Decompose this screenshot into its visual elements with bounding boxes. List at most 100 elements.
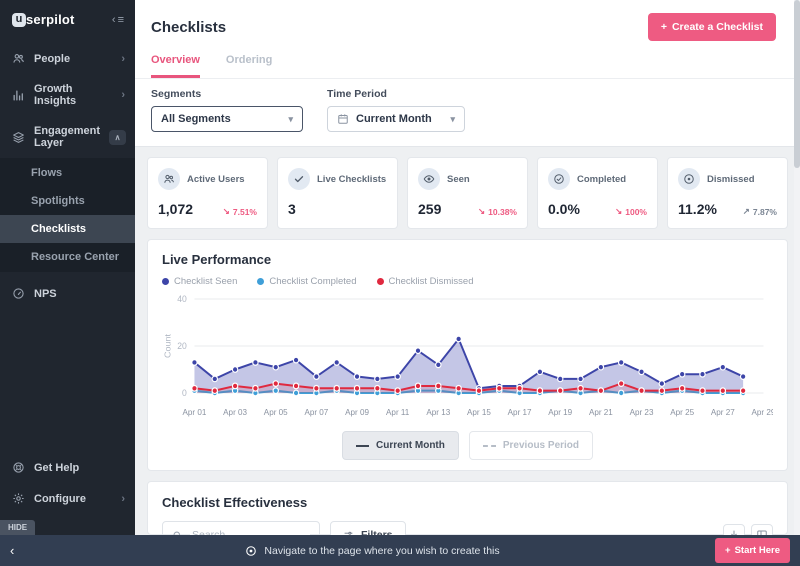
segments-filter: Segments All Segments ▾ — [151, 88, 303, 132]
legend-item[interactable]: Checklist Completed — [257, 276, 357, 287]
stat-card: Completed 0.0% ↘ 100% — [537, 157, 658, 229]
tab-overview[interactable]: Overview — [151, 54, 200, 78]
chevron-right-icon: › — [121, 492, 125, 505]
stat-value: 0.0% — [548, 201, 580, 217]
time-period-value: Current Month — [356, 113, 432, 125]
time-period-filter: Time Period Current Month ▾ — [327, 88, 465, 132]
bottom-bar-message: Navigate to the page where you wish to c… — [264, 544, 500, 557]
current-month-toggle[interactable]: Current Month — [341, 431, 459, 460]
sidebar-item-nps[interactable]: NPS — [0, 278, 135, 309]
chevron-left-icon: ‹ — [111, 13, 116, 26]
filters-button-label: Filters — [361, 529, 393, 535]
stat-value: 259 — [418, 201, 442, 217]
back-chevron-button[interactable]: ‹ — [10, 543, 30, 558]
tab-ordering[interactable]: Ordering — [226, 54, 272, 78]
svg-text:0: 0 — [182, 388, 187, 398]
app-window: u serpilot ‹ ≡ People › Growth Insights › … — [0, 0, 800, 566]
time-period-label: Time Period — [327, 88, 387, 100]
stat-label: Dismissed — [707, 173, 755, 185]
filters-row: Segments All Segments ▾ Time Period Curr… — [135, 78, 800, 147]
stat-delta: 7.51% — [232, 206, 257, 217]
legend-dot-icon — [257, 278, 265, 285]
stat-label: Seen — [447, 173, 470, 185]
svg-text:Apr 29: Apr 29 — [752, 407, 773, 417]
download-icon — [728, 529, 740, 535]
legend-item[interactable]: Checklist Seen — [162, 276, 237, 287]
table-columns-icon — [756, 529, 768, 535]
sidebar-collapse-button[interactable]: ‹ ≡ — [112, 14, 124, 26]
sidebar-item-label: Get Help — [34, 461, 80, 474]
time-period-select[interactable]: Current Month ▾ — [327, 106, 465, 132]
scrollbar-thumb[interactable] — [794, 0, 800, 168]
trend-up-icon: ↗ — [742, 206, 750, 216]
sidebar-item-label: Configure — [34, 492, 86, 505]
sidebar-item-configure[interactable]: Configure › — [0, 483, 135, 514]
check-circle-icon — [548, 168, 570, 190]
layers-icon — [12, 131, 25, 144]
chart-legend: Checklist Seen Checklist Completed Checkli… — [162, 276, 773, 287]
start-here-label: Start Here — [734, 545, 780, 556]
calendar-icon — [337, 113, 349, 125]
chart-period-toggles: Current Month Previous Period — [162, 431, 773, 460]
stat-label: Active Users — [187, 173, 245, 185]
logo-text: serpilot — [26, 12, 75, 27]
bar-chart-icon — [12, 89, 25, 102]
sidebar-footer: Get Help Configure › HIDE — [0, 452, 135, 535]
plus-icon: + — [660, 21, 667, 33]
svg-text:Apr 19: Apr 19 — [548, 407, 572, 417]
stats-row: Active Users 1,072 ↘ 7.51% Live Checklist… — [135, 147, 800, 233]
search-input[interactable] — [190, 528, 310, 535]
current-month-label: Current Month — [375, 440, 445, 451]
stat-card: Live Checklists 3 — [277, 157, 398, 229]
page-header: Checklists + Create a Checklist Overview… — [135, 0, 800, 78]
segments-label: Segments — [151, 88, 202, 100]
eye-icon — [418, 168, 440, 190]
solid-line-icon — [355, 444, 369, 447]
help-icon — [12, 461, 25, 474]
sidebar-item-label: Engagement Layer — [34, 125, 101, 149]
collapse-section-button[interactable]: ∧ — [109, 129, 127, 145]
segments-select[interactable]: All Segments ▾ — [151, 106, 303, 132]
trend-down-icon: ↘ — [222, 206, 230, 216]
legend-item[interactable]: Checklist Dismissed — [376, 276, 474, 287]
sidebar-item-resource-center[interactable]: Resource Center — [0, 243, 135, 271]
sidebar-item-growth-insights[interactable]: Growth Insights › — [0, 74, 135, 116]
download-button[interactable] — [723, 524, 745, 535]
stat-card: Active Users 1,072 ↘ 7.51% — [147, 157, 268, 229]
svg-text:Apr 23: Apr 23 — [630, 407, 654, 417]
previous-period-label: Previous Period — [502, 440, 580, 451]
previous-period-toggle[interactable]: Previous Period — [468, 431, 594, 460]
sidebar-item-checklists[interactable]: Checklists — [0, 215, 135, 243]
gauge-icon — [12, 287, 25, 300]
create-checklist-button[interactable]: + Create a Checklist — [647, 13, 776, 41]
stat-value: 11.2% — [678, 201, 717, 217]
dot-circle-icon — [678, 168, 700, 190]
filters-button[interactable]: Filters — [330, 521, 406, 535]
bottom-bar-message-group: Navigate to the page where you wish to c… — [245, 544, 500, 557]
sidebar-item-label: People — [34, 52, 71, 65]
sidebar-item-spotlights[interactable]: Spotlights — [0, 187, 135, 215]
users-icon — [12, 52, 25, 65]
svg-text:Apr 15: Apr 15 — [467, 407, 491, 417]
svg-text:40: 40 — [177, 294, 187, 304]
columns-button[interactable] — [751, 524, 773, 535]
legend-label: Checklist Seen — [174, 276, 238, 287]
main-content: Checklists + Create a Checklist Overview… — [135, 0, 800, 535]
svg-text:20: 20 — [177, 341, 187, 351]
sidebar-item-engagement-layer[interactable]: Engagement Layer ∧ — [0, 116, 135, 158]
bottom-bar: ‹ Navigate to the page where you wish to… — [0, 535, 800, 566]
stat-label: Live Checklists — [317, 173, 387, 185]
scrollbar-track[interactable] — [794, 0, 800, 535]
live-performance-chart: 0 20 40 Count Apr 01 Apr 03 Apr 05 Apr 07 Apr 09… — [163, 294, 773, 417]
svg-text:Apr 03: Apr 03 — [223, 407, 247, 417]
sidebar-item-get-help[interactable]: Get Help — [0, 452, 135, 483]
search-icon — [172, 530, 183, 535]
segments-value: All Segments — [161, 113, 231, 125]
hide-sidebar-button[interactable]: HIDE — [0, 520, 36, 535]
sidebar-item-flows[interactable]: Flows — [0, 159, 135, 187]
chevron-down-icon: ▾ — [288, 113, 293, 124]
start-here-button[interactable]: + Start Here — [715, 538, 790, 563]
svg-text:Apr 09: Apr 09 — [345, 407, 369, 417]
create-checklist-label: Create a Checklist — [671, 21, 763, 33]
sidebar-item-people[interactable]: People › — [0, 43, 135, 74]
